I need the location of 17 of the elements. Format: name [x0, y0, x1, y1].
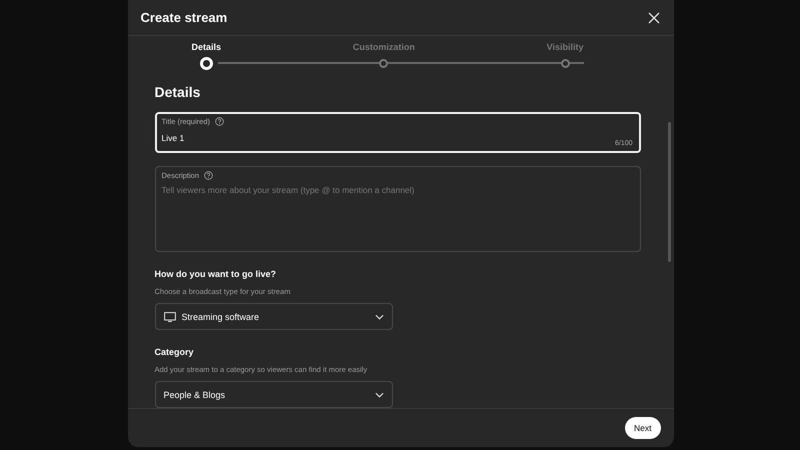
monitor-icon	[164, 312, 176, 322]
help-icon[interactable]	[204, 170, 214, 180]
broadcast-type-dropdown[interactable]: Streaming software	[154, 303, 392, 330]
chevron-down-icon	[374, 314, 384, 320]
step-tab[interactable]: Details	[192, 42, 222, 70]
section-heading: Details	[154, 84, 202, 100]
scrollbar[interactable]	[668, 122, 670, 262]
category-dropdown[interactable]: People & Blogs	[154, 381, 392, 408]
section-heading: How do you want to go live?	[154, 269, 277, 279]
close-button[interactable]	[646, 10, 660, 24]
field-placeholder: Tell viewers more about your stream (type @ to mention a channel)	[162, 184, 414, 195]
field-value: Live 1	[162, 133, 184, 143]
help-icon[interactable]	[215, 117, 224, 126]
dialog-title: Create stream	[140, 10, 228, 25]
next-button[interactable]: Next	[625, 417, 660, 439]
chevron-down-icon	[374, 392, 384, 398]
section-heading: Category	[154, 347, 195, 357]
